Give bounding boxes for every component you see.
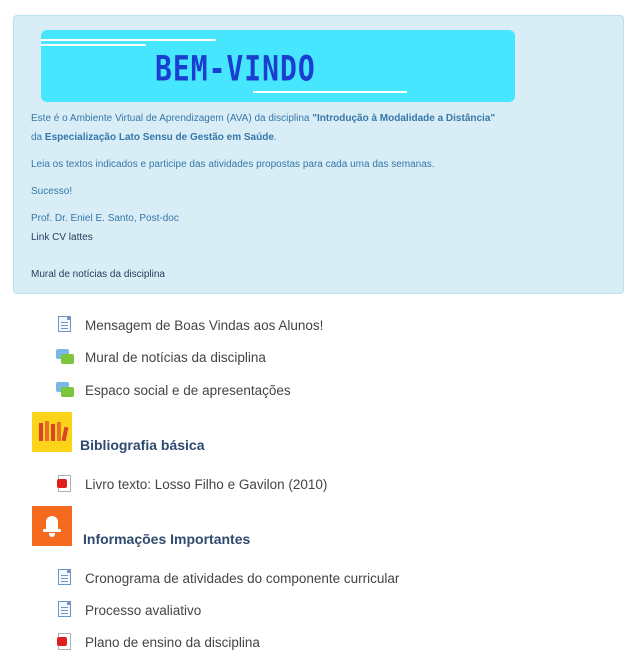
resource-teaching-plan[interactable]: Plano de ensino da disciplina — [56, 632, 260, 652]
resource-schedule[interactable]: Cronograma de atividades do componente c… — [56, 568, 399, 588]
banner-decor-line — [253, 91, 407, 93]
intro-da: da — [31, 132, 45, 143]
bell-icon — [32, 506, 72, 546]
cv-lattes-link[interactable]: Link CV lattes — [31, 232, 93, 243]
welcome-intro: Este é o Ambiente Virtual de Aprendizage… — [31, 113, 495, 124]
resource-label[interactable]: Plano de ensino da disciplina — [85, 635, 260, 650]
banner-decor-line — [41, 39, 216, 41]
professor-name: Prof. Dr. Eniel E. Santo, Post-doc — [31, 213, 179, 224]
resource-label[interactable]: Processo avaliativo — [85, 603, 201, 618]
page-icon — [56, 601, 74, 619]
welcome-box: BEM-VINDO Este é o Ambiente Virtual de A… — [13, 15, 624, 294]
page-icon — [56, 569, 74, 587]
news-forum-link[interactable]: Mural de notícias da disciplina — [31, 269, 165, 280]
resource-label[interactable]: Cronograma de atividades do componente c… — [85, 571, 399, 586]
page-icon — [56, 316, 74, 334]
activity-label[interactable]: Espaco social e de apresentações — [85, 383, 291, 398]
course-name: "Introdução à Modalidade a Distância" — [312, 113, 496, 124]
activity-welcome-message[interactable]: Mensagem de Boas Vindas aos Alunos! — [56, 315, 323, 335]
books-icon — [32, 412, 72, 452]
intro-suffix: . — [273, 132, 277, 143]
intro-prefix: Este é o Ambiente Virtual de Aprendizage… — [31, 113, 313, 124]
resource-label[interactable]: Livro texto: Losso Filho e Gavilon (2010… — [85, 477, 327, 492]
activity-label[interactable]: Mural de notícias da disciplina — [85, 350, 266, 365]
welcome-intro-line2: da Especialização Lato Sensu de Gestão e… — [31, 132, 277, 143]
banner-title: BEM-VINDO — [155, 48, 316, 90]
pdf-icon — [56, 475, 74, 493]
section-title-informacoes: Informações Importantes — [83, 531, 251, 547]
welcome-instructions: Leia os textos indicados e participe das… — [31, 159, 435, 170]
welcome-success: Sucesso! — [31, 186, 73, 197]
activity-social-space[interactable]: Espaco social e de apresentações — [56, 380, 291, 400]
banner-decor-line — [41, 44, 146, 46]
resource-evaluation[interactable]: Processo avaliativo — [56, 600, 201, 620]
resource-textbook[interactable]: Livro texto: Losso Filho e Gavilon (2010… — [56, 474, 327, 494]
welcome-banner: BEM-VINDO — [41, 30, 515, 102]
pdf-icon — [56, 633, 74, 651]
forum-icon — [56, 348, 74, 366]
activity-news-forum[interactable]: Mural de notícias da disciplina — [56, 347, 266, 367]
forum-icon — [56, 381, 74, 399]
section-title-bibliografia: Bibliografia básica — [80, 437, 205, 453]
activity-label[interactable]: Mensagem de Boas Vindas aos Alunos! — [85, 318, 323, 333]
specialization-name: Especialização Lato Sensu de Gestão em S… — [44, 132, 274, 143]
